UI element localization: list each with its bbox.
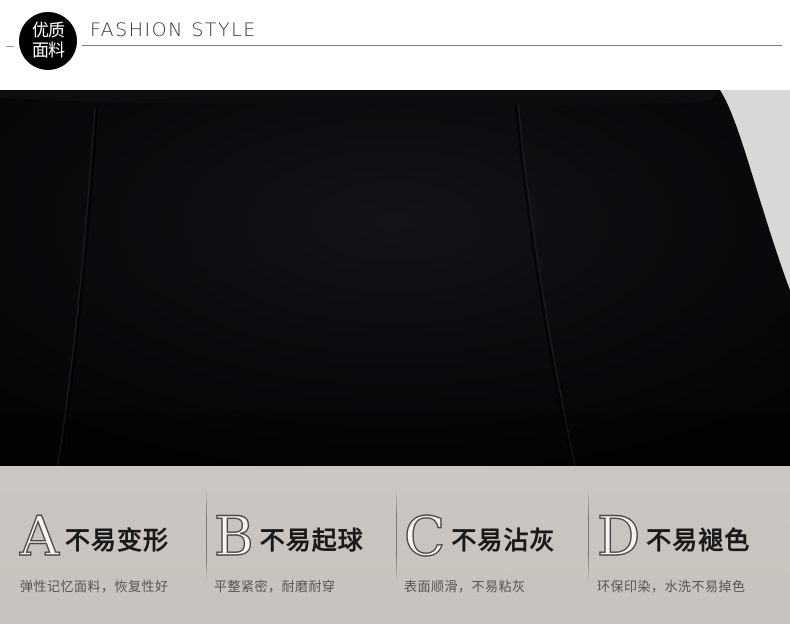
features-band: A 不易变形 弹性记忆面料，恢复性好 B 不易起球 平整紧密，耐磨耐穿 C 不易… [0, 466, 790, 624]
badge-line-2: 面料 [32, 41, 65, 61]
header-divider-line [82, 45, 782, 46]
feature-a-description: 弹性记忆面料，恢复性好 [20, 580, 169, 595]
feature-d-title: 不易褪色 [646, 526, 751, 555]
fabric-illustration [0, 90, 790, 466]
badge-line-1: 优质 [32, 21, 65, 41]
feature-divider-2 [396, 488, 397, 584]
feature-c: C 不易沾灰 表面顺滑，不易粘灰 [403, 504, 556, 614]
fabric-closeup-image [0, 90, 790, 466]
quality-fabric-badge: 优质 面料 [19, 12, 77, 70]
feature-d-description: 环保印染，水洗不易掉色 [597, 580, 746, 595]
feature-b-title: 不易起球 [259, 526, 364, 555]
feature-a-title: 不易变形 [65, 526, 170, 555]
feature-d: D 不易褪色 环保印染，水洗不易掉色 [596, 504, 751, 614]
feature-c-title: 不易沾灰 [451, 526, 556, 555]
garment-body [0, 90, 790, 466]
feature-d-letter: D [596, 505, 641, 568]
feature-c-letter: C [403, 505, 446, 568]
feature-a-letter: A [19, 505, 59, 568]
header-dash [6, 46, 14, 47]
feature-divider-1 [206, 488, 207, 584]
feature-divider-3 [588, 488, 589, 584]
header: 优质 面料 FASHION STYLE [0, 0, 790, 90]
feature-a: A 不易变形 弹性记忆面料，恢复性好 [19, 504, 170, 614]
feature-b-description: 平整紧密，耐磨耐穿 [214, 580, 336, 595]
header-title: FASHION STYLE [90, 19, 257, 41]
feature-b-letter: B [213, 505, 254, 568]
feature-b: B 不易起球 平整紧密，耐磨耐穿 [213, 504, 364, 614]
feature-c-description: 表面顺滑，不易粘灰 [404, 580, 526, 595]
